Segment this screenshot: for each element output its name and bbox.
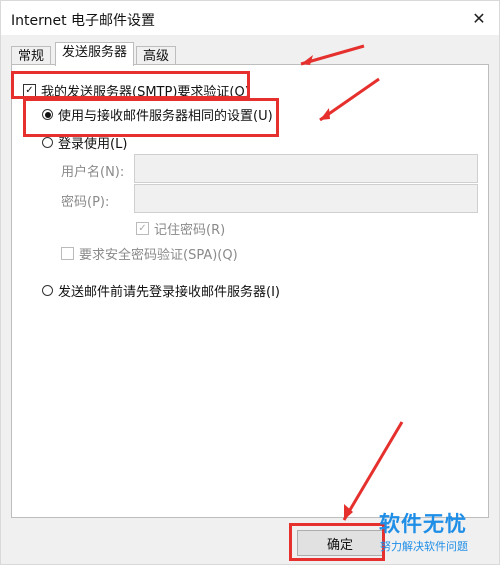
arrowhead-icon xyxy=(320,108,330,120)
internet-email-settings-dialog: Internet 电子邮件设置 ✕ 常规 发送服务器 高级 ✓ 我的发送服务器(… xyxy=(0,0,500,565)
annotation-arrows xyxy=(300,44,404,521)
arrowhead-icon xyxy=(301,55,313,65)
watermark-subtitle: 努力解决软件问题 xyxy=(380,540,468,553)
watermark-logo: 软件无忧 努力解决软件问题 xyxy=(379,508,497,562)
tab-outgoing-server[interactable]: 发送服务器 xyxy=(55,42,134,66)
watermark-title: 软件无忧 xyxy=(379,512,467,536)
arrow-icon xyxy=(342,421,404,521)
